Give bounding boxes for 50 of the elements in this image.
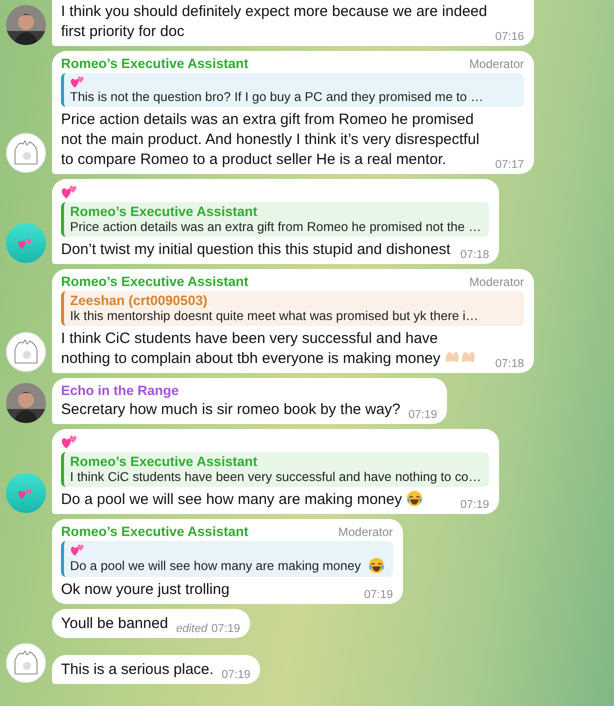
laughing-face-icon (406, 490, 423, 507)
sketch-avatar-icon (6, 643, 46, 683)
role-label: Moderator (469, 56, 524, 70)
message-time: 07:19 (460, 498, 490, 512)
sender-name: Echo in the Range (61, 383, 179, 398)
sender-name: Romeo’s Executive Assistant (61, 274, 248, 289)
sender-name: Romeo’s Executive Assistant (70, 204, 258, 219)
message-time: 07:19 (211, 622, 240, 636)
message-text: Ok now youre just trolling (61, 581, 230, 598)
message-text: This is a serious place. (61, 661, 214, 678)
quoted-text: I think CiC students have been very successful and have nothing to co… (70, 469, 482, 484)
message-text: Youll be banned (61, 615, 168, 632)
message-time: 07:16 (495, 30, 524, 44)
quoted-text: This is not the question bro? If I go buy a PC and they promised me to … (70, 89, 484, 104)
two-hearts-icon (61, 184, 79, 200)
two-hearts-icon (70, 75, 86, 89)
message-time: 07:18 (495, 357, 524, 371)
two-hearts-icon (70, 543, 86, 557)
message-time: 07:19 (364, 588, 393, 602)
reply-quote[interactable]: Romeo’s Executive Assistant Price action details was an extra gift from Romeo he promised not the … (61, 202, 490, 237)
sketch-avatar-icon (6, 133, 46, 173)
two-hearts-avatar-icon (6, 473, 46, 513)
sender-name: Zeeshan (crt0090503) (70, 293, 208, 308)
reply-quote[interactable]: Do a pool we will see how many are making money (61, 541, 393, 577)
sender-name: Romeo’s Executive Assistant (61, 56, 248, 71)
message-text: Secretary how much is sir romeo book by the way? (61, 401, 400, 418)
sender-name: Romeo’s Executive Assistant (61, 524, 248, 539)
role-label: Moderator (338, 524, 393, 538)
message-text: I think CiC students have been very successful and have nothing to complain about tbh everyone is making money (61, 330, 440, 367)
quoted-text: Price action details was an extra gift from Romeo he promised not the … (70, 219, 482, 234)
message-text: I think you should definitely expect more because we are indeed first priority for doc (61, 3, 488, 40)
reply-quote[interactable]: Romeo’s Executive Assistant I think CiC students have been very successful and have nothing to co… (61, 452, 490, 487)
reply-quote[interactable]: This is not the question bro? If I go buy a PC and they promised me to … (61, 73, 524, 107)
message-time: 07:18 (460, 248, 490, 262)
two-hearts-icon (61, 434, 79, 450)
reply-quote[interactable]: Zeeshan (crt0090503) Ik this mentorship doesnt quite meet what was promised but yk there i… (61, 291, 524, 326)
message-text: Do a pool we will see how many are making money (61, 491, 402, 508)
quoted-text: Ik this mentorship doesnt quite meet what was promised but yk there i… (70, 308, 478, 323)
message-time: 07:17 (495, 158, 524, 172)
sender-name: Romeo’s Executive Assistant (70, 454, 258, 469)
sketch-avatar-icon (6, 332, 46, 372)
role-label: Moderator (469, 274, 524, 288)
message-time: 07:19 (222, 668, 250, 682)
quoted-text: Do a pool we will see how many are making money (70, 558, 361, 573)
laughing-face-icon (368, 557, 385, 574)
message-text: Don’t twist my initial question this this stupid and dishonest (61, 241, 450, 258)
message-time: 07:19 (408, 408, 438, 422)
edited-label: edited (176, 622, 208, 636)
message-text: Price action details was an extra gift from Romeo he promised not the main product. And honestly I think it’s very disrespectful to compare Romeo to a product seller He is a real mentor. (61, 111, 480, 168)
two-hearts-avatar-icon (6, 223, 46, 263)
